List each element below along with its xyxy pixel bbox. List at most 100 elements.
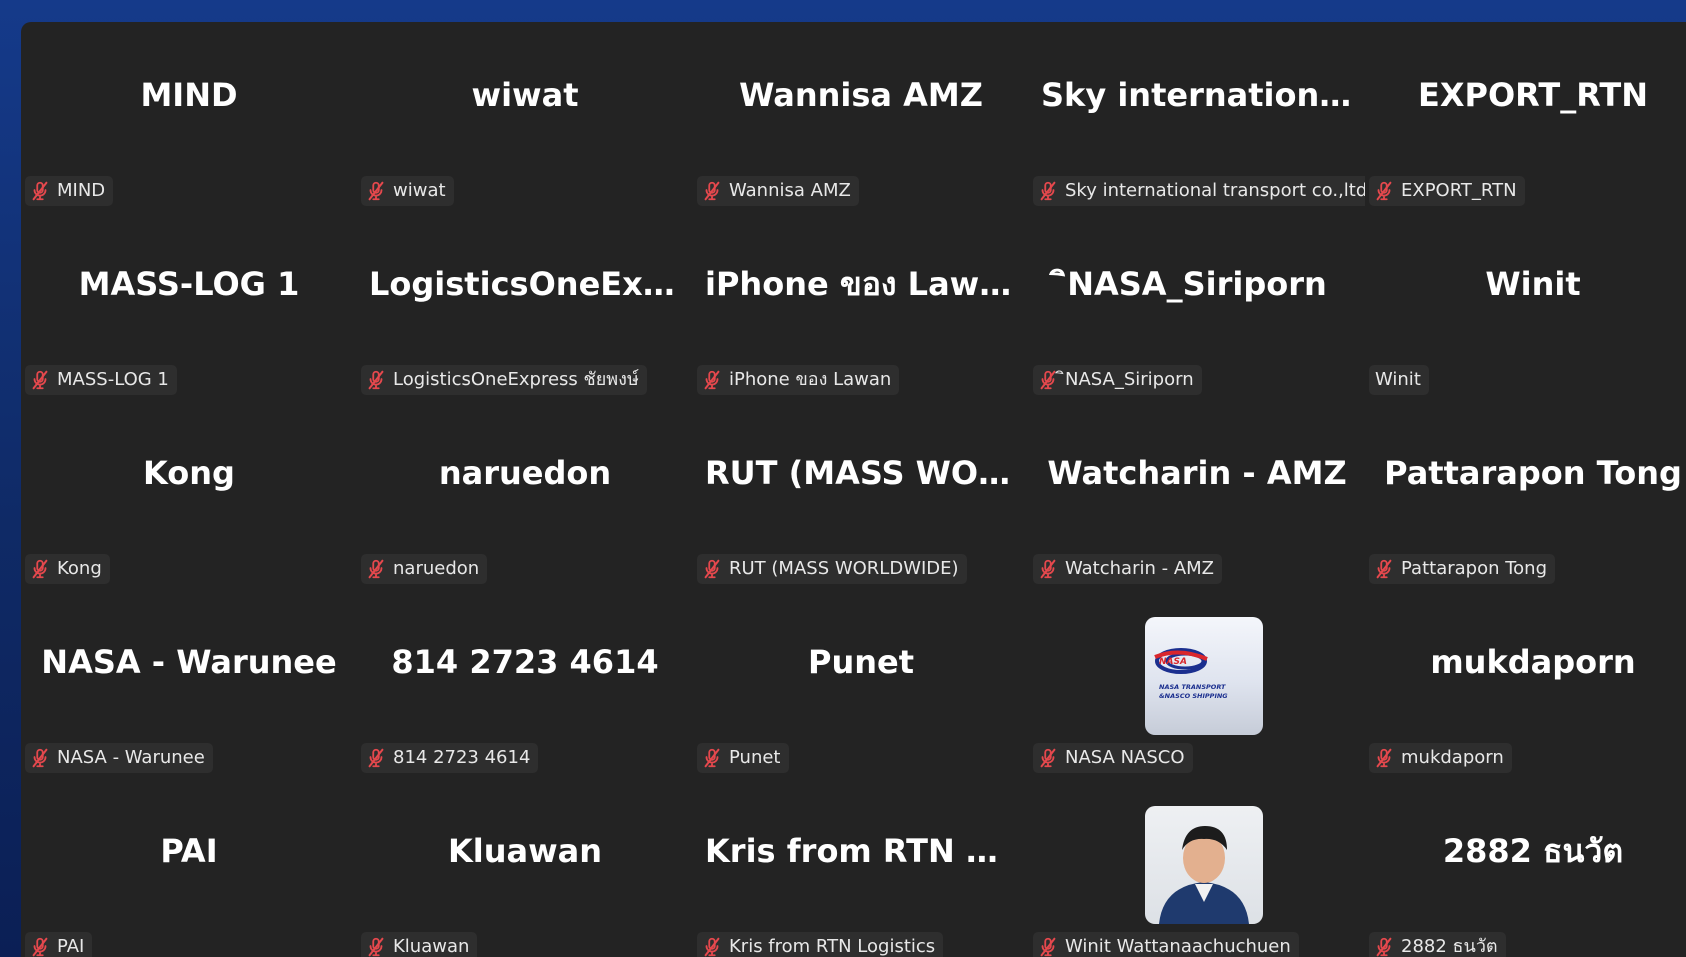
mic-muted-icon [32, 370, 48, 390]
mic-muted-icon [32, 937, 48, 957]
participant-name-text: Punet [729, 747, 781, 768]
mic-muted-icon [704, 937, 720, 957]
participant-name-label: EXPORT_RTN [1369, 176, 1525, 206]
participant-name-text: Pattarapon Tong [1401, 558, 1548, 579]
participant-name-text: MASS-LOG 1 [57, 369, 169, 390]
participant-name-label: Pattarapon Tong [1369, 554, 1556, 584]
participant-display-name: Kris from RTN Logistics [705, 832, 1029, 870]
participant-name-text: mukdaporn [1401, 747, 1504, 768]
participant-tile[interactable]: NASA - Warunee NASA - Warunee [21, 589, 357, 778]
participant-display-name: Kluawan [447, 832, 603, 870]
participant-name-text: 814 2723 4614 [393, 747, 531, 768]
participant-tile[interactable]: PAI PAI [21, 778, 357, 957]
participant-name-text: Wannisa AMZ [729, 180, 851, 201]
participant-name-label: LogisticsOneExpress ชัยพงษ์ [361, 365, 647, 395]
mic-muted-icon [368, 370, 384, 390]
participant-name-text: EXPORT_RTN [1401, 180, 1517, 201]
participant-display-name: Watcharin - AMZ [1047, 454, 1347, 492]
participant-tile[interactable]: naruedon naruedon [357, 400, 693, 589]
participant-name-label: Wannisa AMZ [697, 176, 859, 206]
participant-tile[interactable]: 814 2723 4614 814 2723 4614 [357, 589, 693, 778]
participant-display-name: PAI [160, 832, 218, 870]
svg-text:NASA: NASA [1159, 657, 1187, 667]
participant-display-name: Sky international transport co.,ltd [1041, 76, 1365, 114]
participant-display-name: ิNASA_Siriporn [1067, 265, 1327, 303]
participant-name-label: mukdaporn [1369, 743, 1512, 773]
participant-display-name: Kong [143, 454, 235, 492]
mic-muted-icon [1040, 937, 1056, 957]
participant-tile[interactable]: 2882 ธนวัต 2882 ธนวัต [1365, 778, 1686, 957]
participant-name-text: naruedon [393, 558, 480, 579]
mic-muted-icon [32, 181, 48, 201]
mic-muted-icon [1040, 748, 1056, 768]
mic-muted-icon [1376, 559, 1392, 579]
participant-display-name: MIND [140, 76, 238, 114]
participant-tile[interactable]: MIND MIND [21, 22, 357, 211]
mic-muted-icon [704, 181, 720, 201]
participant-name-text: Watcharin - AMZ [1065, 558, 1214, 579]
participant-name-text: ิNASA_Siriporn [1065, 369, 1194, 390]
mic-muted-icon [32, 559, 48, 579]
participant-tile[interactable]: Watcharin - AMZ Watcharin - AMZ [1029, 400, 1365, 589]
participant-name-label: MIND [25, 176, 114, 206]
participant-display-name: naruedon [438, 454, 612, 492]
logo-line1: NASA TRANSPORT [1159, 683, 1226, 691]
participant-tile[interactable]: MASS-LOG 1 MASS-LOG 1 [21, 211, 357, 400]
participant-display-name: LogisticsOneExpress ชัยพงษ์ [369, 265, 693, 303]
mic-muted-icon [368, 937, 384, 957]
participant-display-name: NASA - Warunee [41, 643, 337, 681]
person-photo-icon [1159, 826, 1249, 924]
participant-display-name: EXPORT_RTN [1417, 76, 1649, 114]
participant-tile[interactable]: wiwat wiwat [357, 22, 693, 211]
participant-tile[interactable]: Punet Punet [693, 589, 1029, 778]
participant-tile[interactable]: Kris from RTN Logistics Kris from RTN Lo… [693, 778, 1029, 957]
mic-muted-icon [704, 370, 720, 390]
mic-muted-icon [704, 748, 720, 768]
mic-muted-icon [368, 181, 384, 201]
participant-name-text: Winit [1375, 369, 1421, 390]
participant-name-text: PAI [57, 936, 85, 957]
mic-muted-icon [32, 748, 48, 768]
participant-display-name: Pattarapon Tong [1384, 454, 1682, 492]
participant-tile[interactable]: ิNASA_Siriporn ิNASA_Siriporn [1029, 211, 1365, 400]
participant-name-text: NASA - Warunee [57, 747, 205, 768]
participant-display-name: mukdaporn [1430, 643, 1636, 681]
participant-name-text: wiwat [393, 180, 446, 201]
participant-tile[interactable]: Pattarapon Tong Pattarapon Tong [1365, 400, 1686, 589]
meeting-gallery-view: MIND MIND wiwat wiwat Wannisa AMZ Wannis… [21, 22, 1686, 957]
participant-name-text: RUT (MASS WORLDWIDE) [729, 558, 959, 579]
participant-name-text: NASA NASCO [1065, 747, 1185, 768]
participant-name-label: iPhone ของ Lawan [697, 365, 900, 395]
participant-name-text: LogisticsOneExpress ชัยพงษ์ [393, 369, 639, 390]
participant-display-name: 814 2723 4614 [391, 643, 659, 681]
mic-muted-icon [1376, 748, 1392, 768]
participant-tile[interactable]: Wannisa AMZ Wannisa AMZ [693, 22, 1029, 211]
participant-name-text: Kris from RTN Logistics [729, 936, 936, 957]
participant-tile[interactable]: mukdaporn mukdaporn [1365, 589, 1686, 778]
participant-name-text: Kong [57, 558, 102, 579]
participant-tile[interactable]: RUT (MASS WORLDWIDE) RUT (MASS WORLDWIDE… [693, 400, 1029, 589]
participant-name-label: RUT (MASS WORLDWIDE) [697, 554, 967, 584]
participant-name-text: Winit Wattanaachuchuen [1065, 936, 1291, 957]
mic-muted-icon [1376, 181, 1392, 201]
participant-name-label: ิNASA_Siriporn [1033, 365, 1202, 395]
participant-name-label: Kris from RTN Logistics [697, 932, 944, 957]
nasa-logo-icon: NASA NASA TRANSPORT &NASCO SHIPPING [1154, 648, 1228, 700]
participant-tile[interactable]: Sky international transport co.,ltd Sky … [1029, 22, 1365, 211]
participant-tile[interactable]: EXPORT_RTN EXPORT_RTN [1365, 22, 1686, 211]
mic-muted-icon [368, 559, 384, 579]
participant-name-text: Kluawan [393, 936, 470, 957]
participant-display-name: Punet [807, 643, 914, 681]
participant-tile[interactable]: Kluawan Kluawan [357, 778, 693, 957]
participant-tile[interactable]: NASA NASA TRANSPORT &NASCO SHIPPING NASA… [1029, 589, 1365, 778]
participant-name-label: Kluawan [361, 932, 478, 957]
participant-name-label: Punet [697, 743, 789, 773]
participant-tile[interactable]: Kong Kong [21, 400, 357, 589]
participant-tile[interactable]: LogisticsOneExpress ชัยพงษ์ LogisticsOne… [357, 211, 693, 400]
participant-display-name: RUT (MASS WORLDWIDE) [705, 454, 1029, 492]
participant-tile[interactable]: iPhone ของ Lawan iPhone ของ Lawan [693, 211, 1029, 400]
participant-name-label: 2882 ธนวัต [1369, 932, 1506, 957]
participant-tile[interactable]: Winit Wattanaachuchuen [1029, 778, 1365, 957]
participant-display-name: Wannisa AMZ [739, 76, 983, 114]
participant-tile[interactable]: Winit Winit [1365, 211, 1686, 400]
